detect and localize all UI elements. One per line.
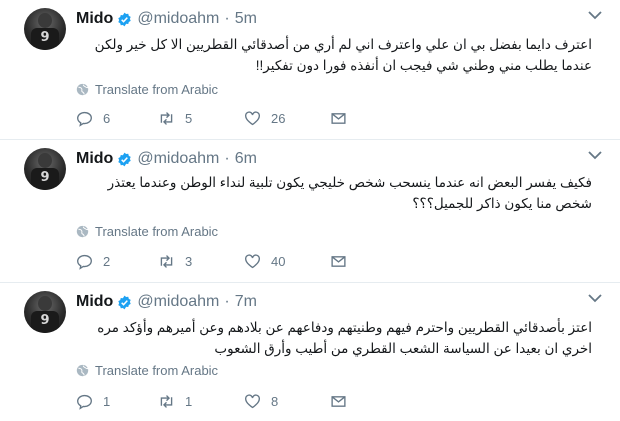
verified-badge-icon xyxy=(118,12,132,26)
reply-icon xyxy=(77,254,92,270)
tweet-text: اعتز بأصدقائي القطريين واحترم فيهم وطنيت… xyxy=(97,320,592,356)
chevron-down-icon[interactable] xyxy=(588,10,602,20)
reply-button[interactable]: 2 xyxy=(76,253,110,270)
retweet-count: 1 xyxy=(185,394,193,409)
translate-label[interactable]: Translate from Arabic xyxy=(95,363,218,378)
verified-badge-icon xyxy=(118,152,132,166)
envelope-icon xyxy=(331,113,346,124)
direct-message-button[interactable] xyxy=(330,393,357,410)
separator-dot: · xyxy=(224,293,230,310)
retweet-button[interactable]: 3 xyxy=(158,253,192,270)
tweet[interactable]: 9 Mido @midoahm · 6m فكيف يفسر البعض انه… xyxy=(0,140,620,283)
tweet-header: Mido @midoahm · 6m xyxy=(76,150,257,168)
heart-icon xyxy=(245,254,260,269)
reply-icon xyxy=(77,111,92,127)
avatar[interactable]: 9 xyxy=(24,8,66,50)
reply-button[interactable]: 6 xyxy=(76,110,110,127)
reply-icon xyxy=(77,394,92,410)
translate-label[interactable]: Translate from Arabic xyxy=(95,224,218,239)
like-count: 26 xyxy=(271,111,286,126)
like-count: 40 xyxy=(271,254,286,269)
chevron-down-icon[interactable] xyxy=(588,150,602,160)
chevron-down-icon[interactable] xyxy=(588,293,602,303)
translate-link[interactable]: Translate from Arabic xyxy=(76,224,218,239)
timestamp[interactable]: 7m xyxy=(235,293,257,311)
avatar-head xyxy=(38,296,52,311)
timestamp[interactable]: 6m xyxy=(235,150,257,168)
user-handle[interactable]: @midoahm xyxy=(137,293,219,311)
tweet-text: فكيف يفسر البعض انه عندما ينسحب شخص خليج… xyxy=(107,175,592,211)
tweet-text: اعترف دايما بفضل بي ان علي واعترف اني لم… xyxy=(94,37,592,73)
user-handle[interactable]: @midoahm xyxy=(137,150,219,168)
globe-icon xyxy=(76,83,89,96)
reply-button[interactable]: 1 xyxy=(76,393,110,410)
translate-label[interactable]: Translate from Arabic xyxy=(95,82,218,97)
envelope-icon xyxy=(331,256,346,267)
translate-link[interactable]: Translate from Arabic xyxy=(76,363,218,378)
like-button[interactable]: 40 xyxy=(244,253,285,270)
separator-dot: · xyxy=(224,10,230,27)
tweet[interactable]: 9 Mido @midoahm · 5m اعترف دايما بفضل بي… xyxy=(0,0,620,140)
tweet-header: Mido @midoahm · 5m xyxy=(76,10,257,28)
globe-icon xyxy=(76,364,89,377)
retweet-count: 3 xyxy=(185,254,193,269)
verified-badge-icon xyxy=(118,295,132,309)
like-button[interactable]: 26 xyxy=(244,110,285,127)
direct-message-button[interactable] xyxy=(330,110,357,127)
globe-icon xyxy=(76,225,89,238)
like-button[interactable]: 8 xyxy=(244,393,278,410)
avatar-number: 9 xyxy=(40,170,50,185)
direct-message-button[interactable] xyxy=(330,253,357,270)
user-handle[interactable]: @midoahm xyxy=(137,10,219,28)
heart-icon xyxy=(245,394,260,409)
envelope-icon xyxy=(331,396,346,407)
retweet-icon xyxy=(160,112,173,125)
heart-icon xyxy=(245,111,260,126)
avatar-number: 9 xyxy=(40,313,50,328)
reply-count: 2 xyxy=(103,254,111,269)
display-name[interactable]: Mido xyxy=(76,150,113,168)
avatar-head xyxy=(38,13,52,28)
retweet-count: 5 xyxy=(185,111,193,126)
reply-count: 1 xyxy=(103,394,111,409)
avatar-head xyxy=(38,153,52,168)
reply-count: 6 xyxy=(103,111,111,126)
avatar[interactable]: 9 xyxy=(24,291,66,333)
retweet-button[interactable]: 1 xyxy=(158,393,192,410)
tweet-actions: 2 3 40 xyxy=(76,253,376,273)
like-count: 8 xyxy=(271,394,279,409)
timestamp[interactable]: 5m xyxy=(235,10,257,28)
avatar[interactable]: 9 xyxy=(24,148,66,190)
display-name[interactable]: Mido xyxy=(76,10,113,28)
tweet-header: Mido @midoahm · 7m xyxy=(76,293,257,311)
display-name[interactable]: Mido xyxy=(76,293,113,311)
tweet[interactable]: 9 Mido @midoahm · 7m اعتز بأصدقائي القطر… xyxy=(0,283,620,421)
retweet-button[interactable]: 5 xyxy=(158,110,192,127)
retweet-icon xyxy=(160,255,173,268)
tweet-actions: 1 1 8 xyxy=(76,393,376,413)
separator-dot: · xyxy=(224,150,230,167)
retweet-icon xyxy=(160,395,173,408)
avatar-number: 9 xyxy=(40,30,50,45)
translate-link[interactable]: Translate from Arabic xyxy=(76,82,218,97)
tweet-actions: 6 5 26 xyxy=(76,110,376,130)
